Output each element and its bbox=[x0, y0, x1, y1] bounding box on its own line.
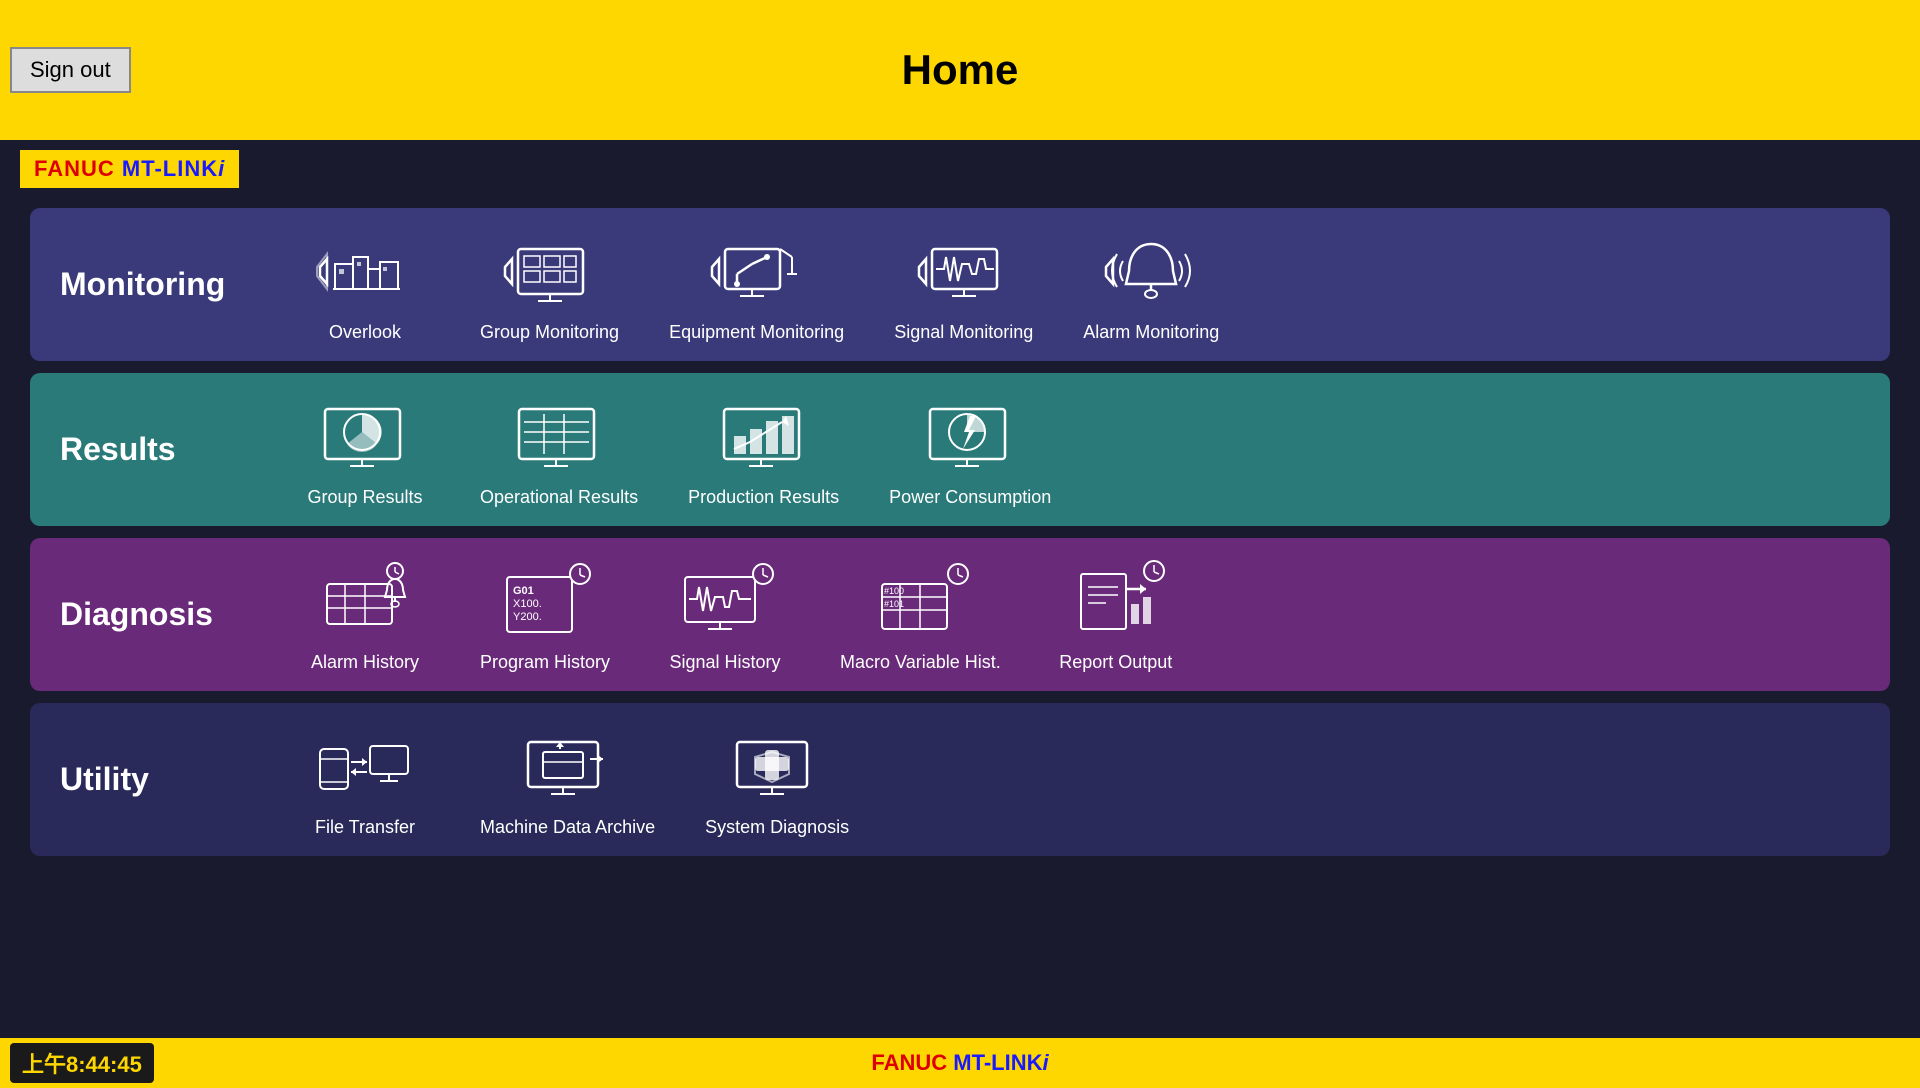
results-label: Results bbox=[60, 431, 240, 468]
machine-data-archive-label: Machine Data Archive bbox=[480, 817, 655, 838]
monitoring-items: Overlook bbox=[300, 226, 1860, 343]
diagnosis-items: Alarm History G01 X100. Y200. bbox=[300, 556, 1860, 673]
monitoring-section: Monitoring bbox=[30, 208, 1890, 361]
signal-history-icon-area bbox=[670, 556, 780, 646]
diagnosis-label: Diagnosis bbox=[60, 596, 240, 633]
monitoring-label: Monitoring bbox=[60, 266, 240, 303]
system-diagnosis-item[interactable]: System Diagnosis bbox=[705, 721, 849, 838]
signal-history-icon bbox=[675, 559, 775, 644]
group-monitoring-label: Group Monitoring bbox=[480, 322, 619, 343]
alarm-monitoring-item[interactable]: Alarm Monitoring bbox=[1083, 226, 1219, 343]
operational-results-item[interactable]: Operational Results bbox=[480, 391, 638, 508]
power-consumption-icon bbox=[920, 394, 1020, 479]
svg-text:Y200.: Y200. bbox=[513, 611, 542, 623]
machine-data-archive-item[interactable]: Machine Data Archive bbox=[480, 721, 655, 838]
group-results-label: Group Results bbox=[307, 487, 422, 508]
page-title: Home bbox=[902, 46, 1019, 94]
bottom-logo: FANUC MT-LINKi bbox=[871, 1050, 1048, 1076]
svg-text:G01: G01 bbox=[513, 585, 534, 597]
alarm-history-item[interactable]: Alarm History bbox=[300, 556, 430, 673]
production-results-icon bbox=[714, 394, 814, 479]
signal-monitoring-label: Signal Monitoring bbox=[894, 322, 1033, 343]
alarm-monitoring-label: Alarm Monitoring bbox=[1083, 322, 1219, 343]
program-history-icon-area: G01 X100. Y200. bbox=[490, 556, 600, 646]
signal-monitoring-item[interactable]: Signal Monitoring bbox=[894, 226, 1033, 343]
time-display: 上午8:44:45 bbox=[10, 1043, 154, 1083]
alarm-history-icon-area bbox=[310, 556, 420, 646]
macro-variable-label: Macro Variable Hist. bbox=[840, 652, 1001, 673]
system-diagnosis-label: System Diagnosis bbox=[705, 817, 849, 838]
equipment-monitoring-item[interactable]: Equipment Monitoring bbox=[669, 226, 844, 343]
macro-variable-icon-area: #100 #101 bbox=[865, 556, 975, 646]
system-diagnosis-icon-area bbox=[722, 721, 832, 811]
fanuc-logo: FANUC MT-LINKi bbox=[20, 150, 239, 188]
macro-variable-icon: #100 #101 bbox=[870, 559, 970, 644]
equipment-monitoring-label: Equipment Monitoring bbox=[669, 322, 844, 343]
file-transfer-icon bbox=[315, 724, 415, 809]
production-results-icon-area bbox=[709, 391, 819, 481]
utility-section: Utility bbox=[30, 703, 1890, 856]
file-transfer-icon-area bbox=[310, 721, 420, 811]
signal-history-label: Signal History bbox=[670, 652, 781, 673]
operational-results-icon-area bbox=[504, 391, 614, 481]
equipment-monitoring-icon-area bbox=[702, 226, 812, 316]
group-monitoring-icon-area bbox=[495, 226, 605, 316]
machine-data-archive-icon bbox=[518, 724, 618, 809]
results-items: Group Results bbox=[300, 391, 1860, 508]
alarm-history-label: Alarm History bbox=[311, 652, 419, 673]
signal-monitoring-icon bbox=[914, 229, 1014, 314]
main-content: Monitoring bbox=[0, 198, 1920, 1038]
sign-out-button[interactable]: Sign out bbox=[10, 47, 131, 93]
results-section: Results Group R bbox=[30, 373, 1890, 526]
program-history-icon: G01 X100. Y200. bbox=[495, 559, 595, 644]
file-transfer-label: File Transfer bbox=[315, 817, 415, 838]
production-results-label: Production Results bbox=[688, 487, 839, 508]
svg-text:#101: #101 bbox=[884, 599, 904, 609]
power-consumption-item[interactable]: Power Consumption bbox=[889, 391, 1051, 508]
overlook-icon bbox=[315, 229, 415, 314]
power-consumption-label: Power Consumption bbox=[889, 487, 1051, 508]
signal-monitoring-icon-area bbox=[909, 226, 1019, 316]
utility-items: File Transfer bbox=[300, 721, 1860, 838]
program-history-label: Program History bbox=[480, 652, 610, 673]
alarm-history-icon bbox=[315, 559, 415, 644]
machine-data-archive-icon-area bbox=[513, 721, 623, 811]
group-results-icon-area bbox=[310, 391, 420, 481]
group-monitoring-icon bbox=[500, 229, 600, 314]
group-results-icon bbox=[315, 394, 415, 479]
macro-variable-item[interactable]: #100 #101 Macro Variable Hist. bbox=[840, 556, 1001, 673]
overlook-icon-area bbox=[310, 226, 420, 316]
alarm-monitoring-icon bbox=[1101, 229, 1201, 314]
logo-bar: FANUC MT-LINKi bbox=[0, 140, 1920, 198]
alarm-monitoring-icon-area bbox=[1096, 226, 1206, 316]
utility-label: Utility bbox=[60, 761, 240, 798]
report-output-label: Report Output bbox=[1059, 652, 1172, 673]
svg-text:X100.: X100. bbox=[513, 598, 542, 610]
program-history-item[interactable]: G01 X100. Y200. Program History bbox=[480, 556, 610, 673]
diagnosis-section: Diagnosis bbox=[30, 538, 1890, 691]
equipment-monitoring-icon bbox=[707, 229, 807, 314]
report-output-icon bbox=[1066, 559, 1166, 644]
group-results-item[interactable]: Group Results bbox=[300, 391, 430, 508]
svg-text:#100: #100 bbox=[884, 586, 904, 596]
operational-results-icon bbox=[509, 394, 609, 479]
overlook-label: Overlook bbox=[329, 322, 401, 343]
report-output-icon-area bbox=[1061, 556, 1171, 646]
file-transfer-item[interactable]: File Transfer bbox=[300, 721, 430, 838]
operational-results-label: Operational Results bbox=[480, 487, 638, 508]
group-monitoring-item[interactable]: Group Monitoring bbox=[480, 226, 619, 343]
overlook-item[interactable]: Overlook bbox=[300, 226, 430, 343]
power-consumption-icon-area bbox=[915, 391, 1025, 481]
top-bar: Sign out Home bbox=[0, 0, 1920, 140]
system-diagnosis-icon bbox=[727, 724, 827, 809]
production-results-item[interactable]: Production Results bbox=[688, 391, 839, 508]
report-output-item[interactable]: Report Output bbox=[1051, 556, 1181, 673]
bottom-bar: 上午8:44:45 FANUC MT-LINKi bbox=[0, 1038, 1920, 1088]
signal-history-item[interactable]: Signal History bbox=[660, 556, 790, 673]
